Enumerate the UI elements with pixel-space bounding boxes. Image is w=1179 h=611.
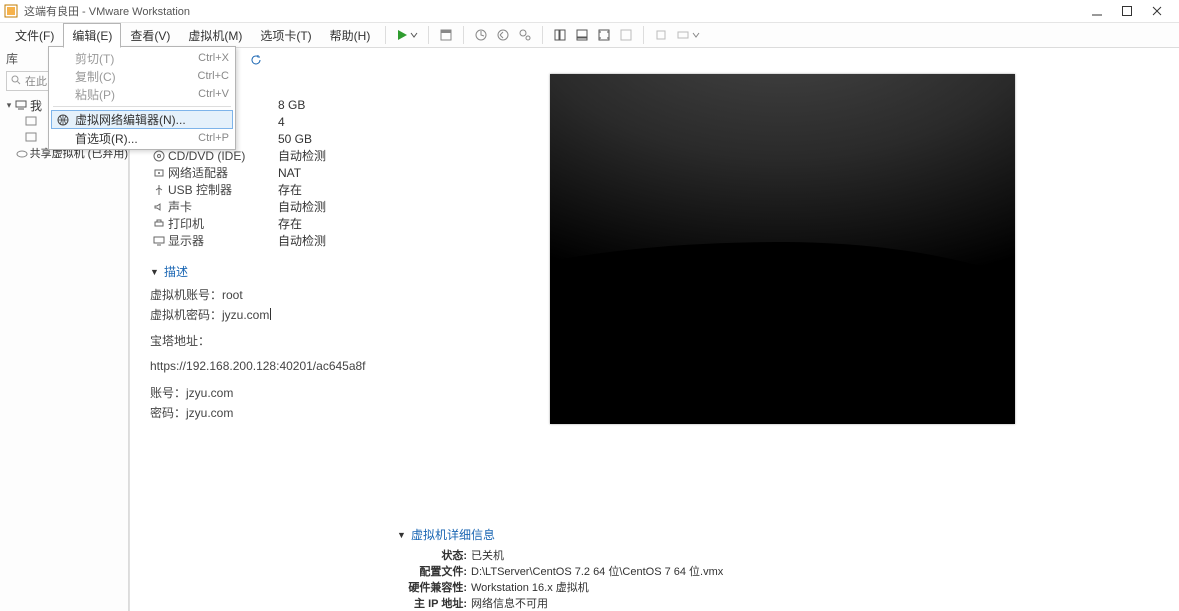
device-network[interactable]: 网络适配器NAT — [150, 164, 385, 181]
text-caret — [270, 308, 271, 320]
menu-cut[interactable]: 剪切(T) Ctrl+X — [51, 49, 233, 67]
show-thumbnail-icon[interactable] — [571, 26, 593, 44]
free-stretch-icon[interactable] — [672, 26, 704, 44]
close-icon[interactable] — [1151, 5, 1163, 17]
cloud-icon — [16, 148, 28, 158]
search-icon — [7, 75, 25, 88]
device-display[interactable]: 显示器自动检测 — [150, 232, 385, 249]
search-placeholder: 在此 — [25, 73, 47, 89]
vm-summary: ▼ 设备 内存8 GB 处理器4 硬盘 (SCSI)50 GB CD/DVD (… — [140, 46, 1179, 611]
snapshot-manager-icon[interactable] — [514, 26, 536, 44]
menu-help[interactable]: 帮助(H) — [321, 23, 380, 48]
network-icon — [55, 114, 71, 126]
vm-details: ▼ 虚拟机详细信息 状态:已关机 配置文件:D:\LTServer\CentOS… — [385, 506, 1179, 611]
collapse-icon: ▼ — [397, 530, 407, 540]
description-header[interactable]: ▼ 描述 — [150, 263, 385, 280]
unity-icon[interactable] — [615, 26, 637, 44]
display-icon — [150, 236, 168, 246]
menu-vm[interactable]: 虚拟机(M) — [179, 23, 251, 48]
send-ctrl-alt-del-icon[interactable] — [435, 26, 457, 44]
snapshot-revert-icon[interactable] — [492, 26, 514, 44]
menubar: 文件(F) 编辑(E) 查看(V) 虚拟机(M) 选项卡(T) 帮助(H) — [0, 23, 1179, 48]
snapshot-take-icon[interactable] — [470, 26, 492, 44]
menu-edit[interactable]: 编辑(E) — [63, 23, 121, 48]
menu-file[interactable]: 文件(F) — [6, 23, 63, 48]
menu-view[interactable]: 查看(V) — [121, 23, 179, 48]
titlebar: 这端有良田 - VMware Workstation — [0, 0, 1179, 23]
menu-preferences[interactable]: 首选项(R)... Ctrl+P — [51, 129, 233, 147]
collapse-icon: ▼ — [150, 267, 160, 277]
show-library-icon[interactable] — [549, 26, 571, 44]
computer-icon — [14, 100, 28, 110]
stretch-icon[interactable] — [650, 26, 672, 44]
library-label: 库 — [6, 50, 18, 67]
printer-icon — [150, 219, 168, 229]
maximize-icon[interactable] — [1121, 5, 1133, 17]
detail-ip: 主 IP 地址:网络信息不可用 — [397, 595, 1179, 611]
menu-paste[interactable]: 粘贴(P) Ctrl+V — [51, 85, 233, 103]
fullscreen-icon[interactable] — [593, 26, 615, 44]
details-header[interactable]: ▼ 虚拟机详细信息 — [397, 526, 1179, 543]
power-on-button[interactable] — [392, 27, 422, 43]
vm-icon — [24, 132, 38, 142]
menu-copy[interactable]: 复制(C) Ctrl+C — [51, 67, 233, 85]
window-controls — [1091, 5, 1175, 17]
detail-compat: 硬件兼容性:Workstation 16.x 虚拟机 — [397, 579, 1179, 595]
app-icon — [4, 4, 18, 18]
detail-config: 配置文件:D:\LTServer\CentOS 7.2 64 位\CentOS … — [397, 563, 1179, 579]
detail-state: 状态:已关机 — [397, 547, 1179, 563]
summary-right-column: ▼ 虚拟机详细信息 状态:已关机 配置文件:D:\LTServer\CentOS… — [385, 46, 1179, 611]
menu-virtual-network-editor[interactable]: 虚拟网络编辑器(N)... — [51, 110, 233, 129]
device-sound[interactable]: 声卡自动检测 — [150, 198, 385, 215]
vm-preview-area — [385, 52, 1179, 506]
vm-icon — [24, 116, 38, 126]
sound-icon — [150, 202, 168, 212]
cd-icon — [150, 150, 168, 162]
minimize-icon[interactable] — [1091, 5, 1103, 17]
nic-icon — [150, 168, 168, 178]
description-text[interactable]: 虚拟机账号：root 虚拟机密码：jyzu.com 宝塔地址： https://… — [150, 284, 385, 422]
menu-tabs[interactable]: 选项卡(T) — [251, 23, 320, 48]
edit-vm-link[interactable] — [250, 54, 385, 69]
vm-screen-preview[interactable] — [550, 74, 1015, 424]
device-printer[interactable]: 打印机存在 — [150, 215, 385, 232]
edit-menu-dropdown: 剪切(T) Ctrl+X 复制(C) Ctrl+C 粘贴(P) Ctrl+V 虚… — [48, 46, 236, 150]
window-title: 这端有良田 - VMware Workstation — [24, 3, 1091, 19]
usb-icon — [150, 184, 168, 196]
refresh-icon — [250, 54, 262, 69]
device-usb[interactable]: USB 控制器存在 — [150, 181, 385, 198]
